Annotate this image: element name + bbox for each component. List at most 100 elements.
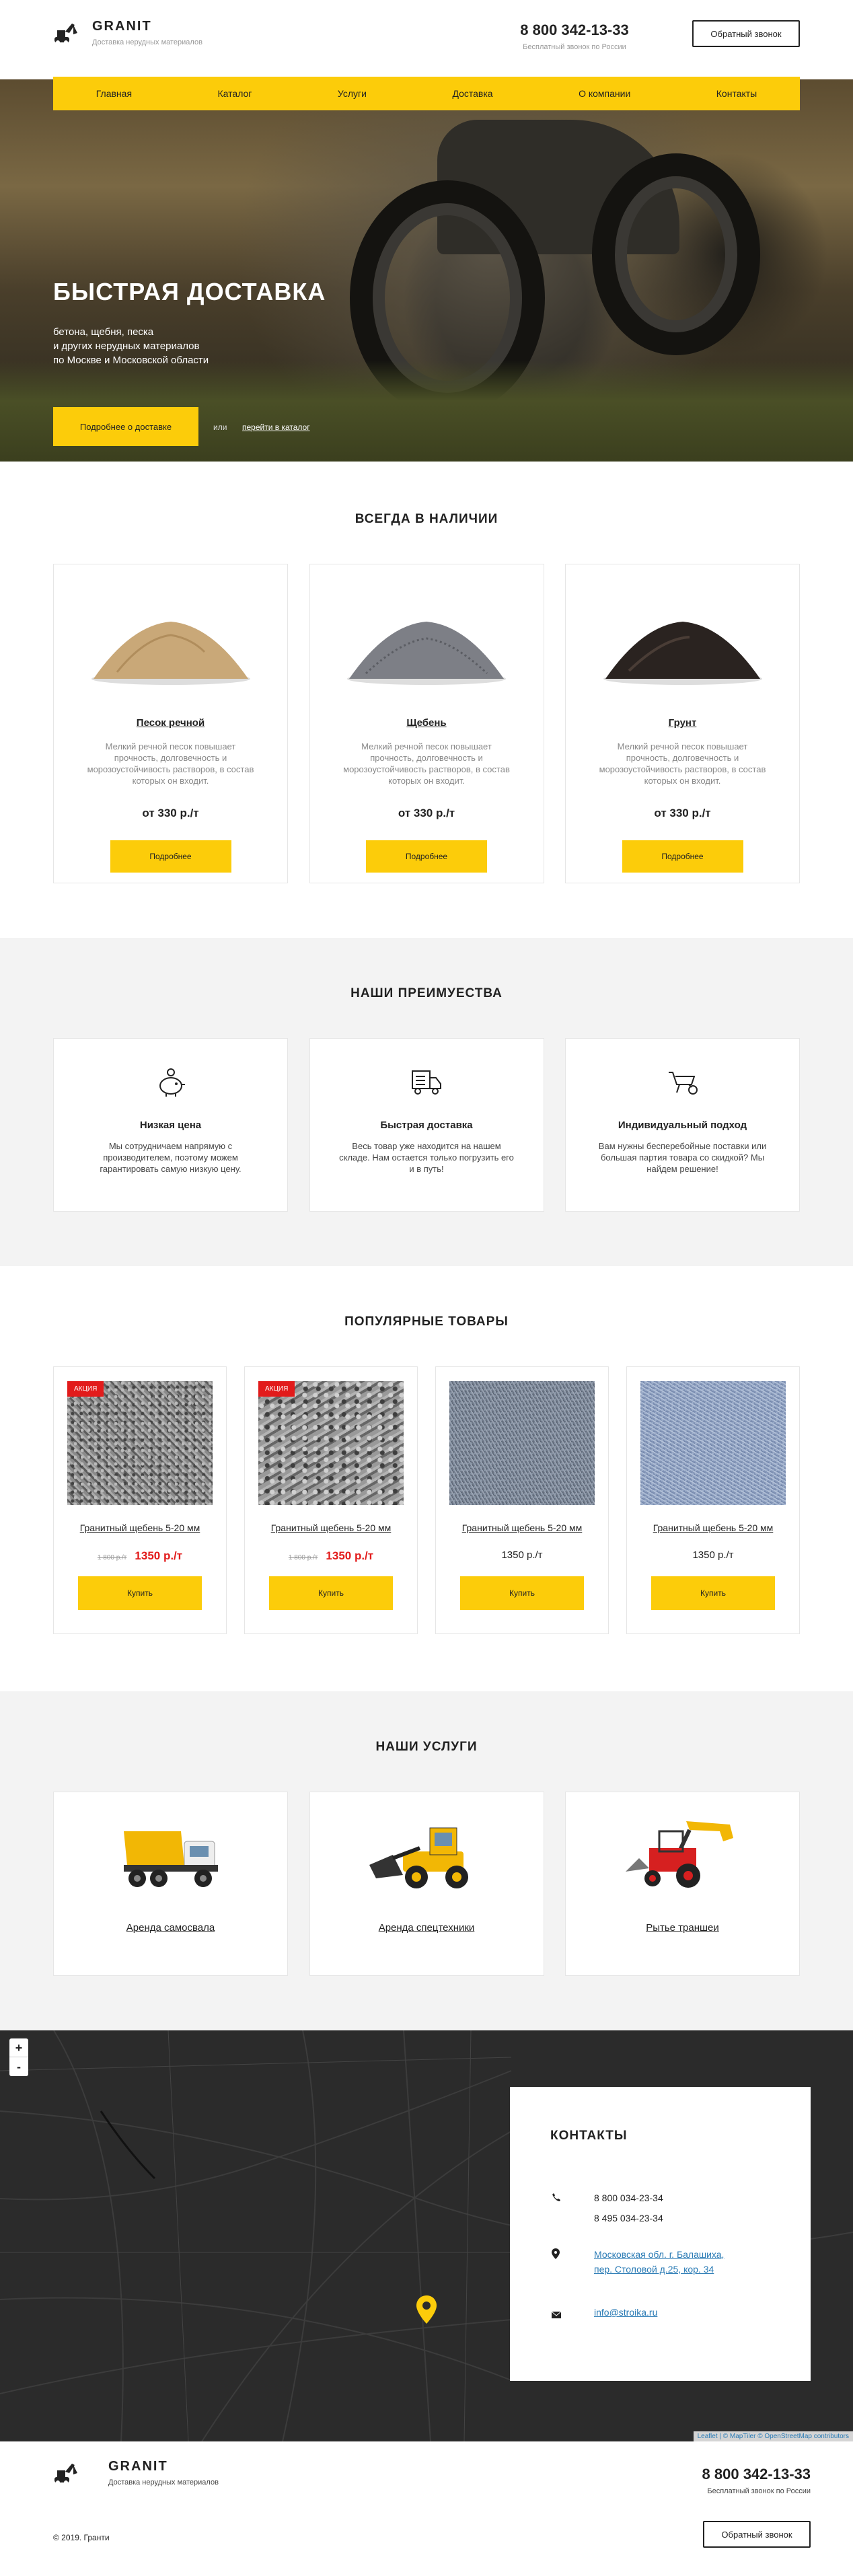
logo[interactable]: GRANIT Доставка нерудных материалов (53, 19, 202, 46)
footer-logo[interactable]: GRANIT Доставка нерудных материалов (53, 2459, 219, 2487)
address-line[interactable]: Московская обл. г. Балашиха, (594, 2247, 811, 2262)
product-price-block: 1 800 р./т 1350 р./т (54, 1549, 226, 1563)
product-description: Мелкий речной песок повышает прочность, … (87, 741, 254, 786)
map-attribution[interactable]: Leaflet | © MapTiler © OpenStreetMap con… (693, 2431, 853, 2441)
popular-product-card: АКЦИЯ Гранитный щебень 5-20 мм 1 800 р./… (53, 1366, 227, 1634)
zoom-in-button[interactable]: + (9, 2038, 28, 2057)
popular-product-card: Гранитный щебень 5-20 мм 1350 р./т Купит… (435, 1366, 609, 1634)
header-phone-note: Бесплатный звонок по России (523, 43, 626, 51)
footer-phone-block: 8 800 342-13-33 Бесплатный звонок по Рос… (702, 2466, 811, 2495)
contact-phone[interactable]: 8 495 034-23-34 (594, 2208, 811, 2228)
copyright: © 2019. Гранти (53, 2533, 110, 2542)
advantages-section: НАШИ ПРЕИМУЕСТВА Низкая цена Мы сотрудни… (0, 938, 853, 1266)
sale-badge: АКЦИЯ (67, 1381, 104, 1397)
delivery-details-button[interactable]: Подробнее о доставке (53, 407, 198, 446)
popular-product-card: АКЦИЯ Гранитный щебень 5-20 мм 1 800 р./… (244, 1366, 418, 1634)
header-phone-block: 8 800 342-13-33 Бесплатный звонок по Рос… (507, 22, 642, 51)
contacts-title: КОНТАКТЫ (550, 2129, 628, 2143)
service-name[interactable]: Рытье траншеи (566, 1922, 799, 1934)
product-card-sand: Песок речной Мелкий речной песок повышае… (53, 564, 288, 883)
map-section[interactable]: + - КОНТАКТЫ 8 800 034-23-34 8 495 034-2… (0, 2030, 853, 2441)
wheelbarrow-icon (668, 1072, 698, 1095)
details-button[interactable]: Подробнее (366, 840, 487, 873)
nav-item-catalog[interactable]: Каталог (218, 88, 252, 99)
brand-tagline: Доставка нерудных материалов (92, 38, 202, 46)
popular-products-section: ПОПУЛЯРНЫЕ ТОВАРЫ АКЦИЯ Гранитный щебень… (0, 1266, 853, 1691)
popular-product-card: Гранитный щебень 5-20 мм 1350 р./т Купит… (626, 1366, 800, 1634)
footer-callback-button[interactable]: Обратный звонок (703, 2521, 811, 2548)
contacts-address: Московская обл. г. Балашиха, пер. Столов… (550, 2247, 811, 2277)
product-image[interactable]: АКЦИЯ (258, 1381, 404, 1505)
hero-banner: БЫСТРАЯ ДОСТАВКА бетона, щебня, песка и … (0, 79, 853, 462)
advantage-description: Вам нужны бесперебойные поставки или бол… (598, 1141, 767, 1174)
product-description: Мелкий речной песок повышает прочность, … (343, 741, 510, 786)
buy-button[interactable]: Купить (460, 1576, 584, 1610)
advantage-title: Индивидуальный подход (618, 1119, 747, 1131)
advantage-title: Низкая цена (139, 1119, 202, 1131)
contact-email[interactable]: info@stroika.ru (594, 2305, 811, 2320)
header-phone[interactable]: 8 800 342-13-33 (507, 22, 642, 39)
hero-text-line: по Москве и Московской области (53, 355, 209, 366)
product-card-soil: Грунт Мелкий речной песок повышает прочн… (565, 564, 800, 883)
location-pin-icon[interactable] (416, 2295, 437, 2324)
contacts-phones: 8 800 034-23-34 8 495 034-23-34 (550, 2188, 811, 2228)
product-name[interactable]: Щебень (310, 717, 544, 729)
service-card[interactable]: Рытье траншеи (565, 1792, 800, 1976)
footer-phone[interactable]: 8 800 342-13-33 (702, 2466, 811, 2483)
product-name[interactable]: Гранитный щебень 5-20 мм (54, 1522, 226, 1533)
product-name[interactable]: Грунт (566, 717, 799, 729)
product-name[interactable]: Песок речной (54, 717, 287, 729)
catalog-link[interactable]: перейти в каталог (242, 422, 310, 432)
product-image[interactable] (640, 1381, 786, 1505)
zoom-out-button[interactable]: - (9, 2057, 28, 2076)
mail-icon (552, 2312, 561, 2318)
nav-item-home[interactable]: Главная (96, 88, 132, 99)
buy-button[interactable]: Купить (78, 1576, 202, 1610)
product-image[interactable] (449, 1381, 595, 1505)
piggy-bank-icon (159, 1068, 185, 1097)
delivery-truck-icon (412, 1070, 441, 1095)
address-line[interactable]: пер. Столовой д.25, кор. 34 (594, 2262, 811, 2277)
advantage-description: Весь товар уже находится на нашем складе… (339, 1141, 514, 1174)
tractor-wheel-image (592, 153, 760, 355)
service-name[interactable]: Аренда самосвала (54, 1922, 287, 1934)
service-card[interactable]: Аренда спецтехники (309, 1792, 544, 1976)
gravel-pile-image (347, 622, 506, 685)
nav-item-about[interactable]: О компании (579, 88, 630, 99)
dump-truck-icon (123, 1831, 218, 1887)
services-section: НАШИ УСЛУГИ Аренда самосвала Аренда спец… (0, 1691, 853, 2030)
advantage-card: Быстрая доставка Весь товар уже находитс… (309, 1038, 544, 1212)
site-footer: GRANIT Доставка нерудных материалов © 20… (0, 2441, 853, 2576)
service-name[interactable]: Аренда спецтехники (310, 1922, 544, 1934)
phone-icon (552, 2193, 560, 2201)
sale-badge: АКЦИЯ (258, 1381, 295, 1397)
product-name[interactable]: Гранитный щебень 5-20 мм (245, 1522, 417, 1533)
buy-button[interactable]: Купить (651, 1576, 775, 1610)
sale-price: 1350 р./т (135, 1549, 183, 1562)
advantage-title: Быстрая доставка (380, 1119, 473, 1131)
nav-item-delivery[interactable]: Доставка (452, 88, 492, 99)
product-description: Мелкий речной песок повышает прочность, … (599, 741, 766, 786)
product-name[interactable]: Гранитный щебень 5-20 мм (436, 1522, 608, 1533)
product-name[interactable]: Гранитный щебень 5-20 мм (627, 1522, 799, 1533)
section-title: НАШИ УСЛУГИ (375, 1740, 478, 1754)
contact-phone[interactable]: 8 800 034-23-34 (594, 2188, 811, 2208)
service-card[interactable]: Аренда самосвала (53, 1792, 288, 1976)
sale-price: 1350 р./т (326, 1549, 374, 1562)
details-button[interactable]: Подробнее (622, 840, 743, 873)
location-icon (552, 2248, 560, 2259)
product-image[interactable]: АКЦИЯ (67, 1381, 213, 1505)
details-button[interactable]: Подробнее (110, 840, 231, 873)
sand-pile-image (91, 622, 250, 685)
main-nav: Главная Каталог Услуги Доставка О компан… (53, 77, 800, 110)
callback-button[interactable]: Обратный звонок (692, 20, 800, 47)
excavator-logo-icon (54, 2463, 77, 2485)
contacts-email: info@stroika.ru (550, 2305, 811, 2320)
product-card-gravel: Щебень Мелкий речной песок повышает проч… (309, 564, 544, 883)
nav-item-contacts[interactable]: Контакты (716, 88, 757, 99)
product-price: 1350 р./т (501, 1549, 543, 1561)
buy-button[interactable]: Купить (269, 1576, 393, 1610)
nav-item-services[interactable]: Услуги (338, 88, 367, 99)
section-title: ПОПУЛЯРНЫЕ ТОВАРЫ (344, 1315, 509, 1329)
hero-text-line: бетона, щебня, песка (53, 326, 154, 338)
